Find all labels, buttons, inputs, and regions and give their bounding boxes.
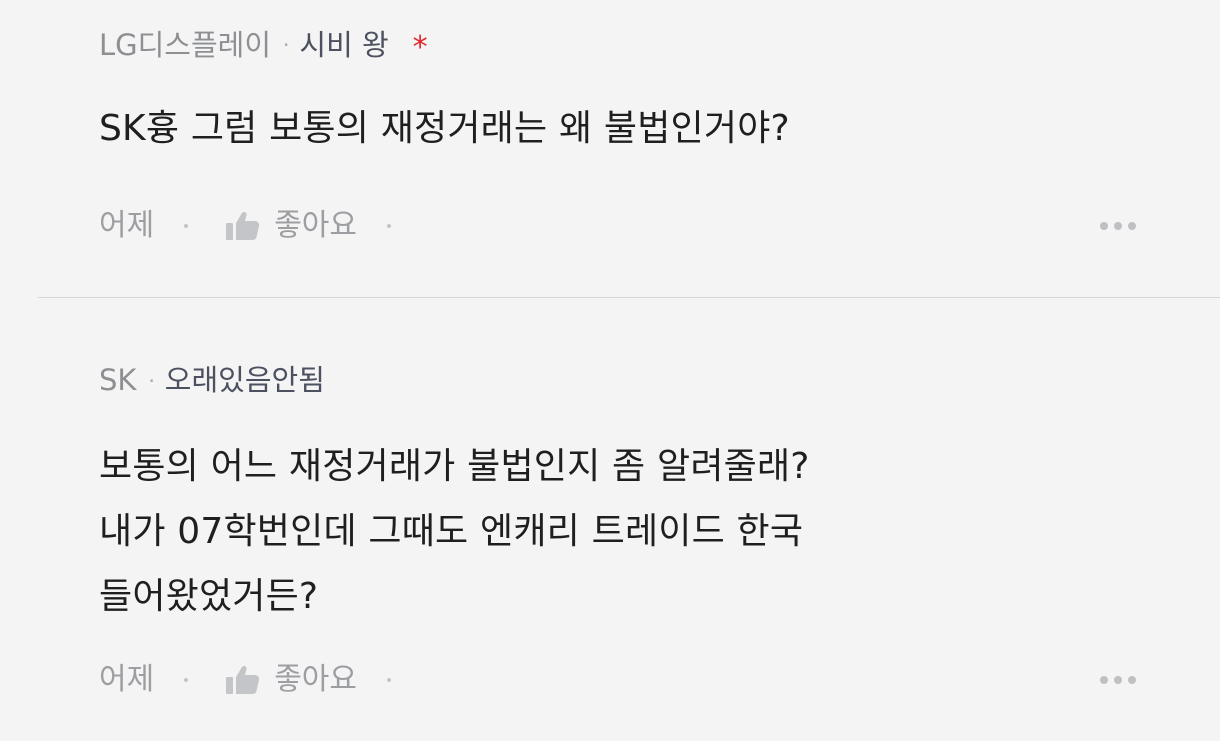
comment-body: SK흉 그럼 보통의 재정거래는 왜 불법인거야? — [99, 96, 790, 161]
like-button[interactable]: 좋아요 — [226, 665, 357, 695]
author-company[interactable]: SK — [99, 366, 136, 395]
comment-author-meta: LG디스플레이 · 시비 왕 * — [99, 30, 428, 65]
comment-author-meta: SK · 오래있음안됨 — [99, 366, 325, 395]
thumbs-up-icon — [226, 665, 260, 694]
comment-body-line: 들어왔었거든? — [99, 576, 319, 617]
action-separator-dot — [184, 678, 189, 682]
like-button[interactable]: 좋아요 — [226, 211, 357, 241]
comment-body-line: SK흉 그럼 보통의 재정거래는 왜 불법인거야? — [99, 108, 790, 149]
comment-actions: 어제 좋아요 — [99, 211, 1136, 241]
comment-body: 보통의 어느 재정거래가 불법인지 좀 알려줄래? 내가 07학번인데 그때도 … — [99, 434, 810, 629]
comment-feed: LG디스플레이 · 시비 왕 * SK흉 그럼 보통의 재정거래는 왜 불법인거… — [0, 0, 1220, 741]
more-options-button[interactable] — [1100, 670, 1136, 690]
meta-separator-dot: · — [148, 368, 155, 393]
comment-body-line: 보통의 어느 재정거래가 불법인지 좀 알려줄래? — [99, 446, 810, 487]
meta-separator-dot: · — [283, 33, 290, 57]
more-horizontal-icon-dot — [1128, 676, 1136, 684]
author-badge: * — [412, 30, 428, 65]
comment-time: 어제 — [99, 208, 155, 243]
comment-actions: 어제 좋아요 — [99, 665, 1136, 695]
action-separator-dot — [387, 678, 392, 682]
comment-time: 어제 — [99, 662, 155, 697]
more-horizontal-icon-dot — [1128, 222, 1136, 230]
author-nickname[interactable]: 시비 왕 — [299, 30, 388, 60]
thumbs-up-icon — [226, 211, 260, 240]
more-options-button[interactable] — [1100, 216, 1136, 236]
comment-item: SK · 오래있음안됨 보통의 어느 재정거래가 불법인지 좀 알려줄래? 내가… — [0, 298, 1220, 741]
like-label: 좋아요 — [274, 662, 358, 697]
like-label: 좋아요 — [274, 208, 358, 243]
more-horizontal-icon-dot — [1100, 676, 1108, 684]
more-horizontal-icon-dot — [1100, 222, 1108, 230]
action-separator-dot — [387, 224, 392, 228]
author-company[interactable]: LG디스플레이 — [99, 30, 271, 60]
more-horizontal-icon-dot — [1114, 222, 1122, 230]
author-nickname[interactable]: 오래있음안됨 — [165, 366, 325, 395]
more-horizontal-icon-dot — [1114, 676, 1122, 684]
comment-body-line: 내가 07학번인데 그때도 엔캐리 트레이드 한국 — [99, 511, 804, 552]
action-separator-dot — [184, 224, 189, 228]
comment-item: LG디스플레이 · 시비 왕 * SK흉 그럼 보통의 재정거래는 왜 불법인거… — [0, 0, 1220, 297]
